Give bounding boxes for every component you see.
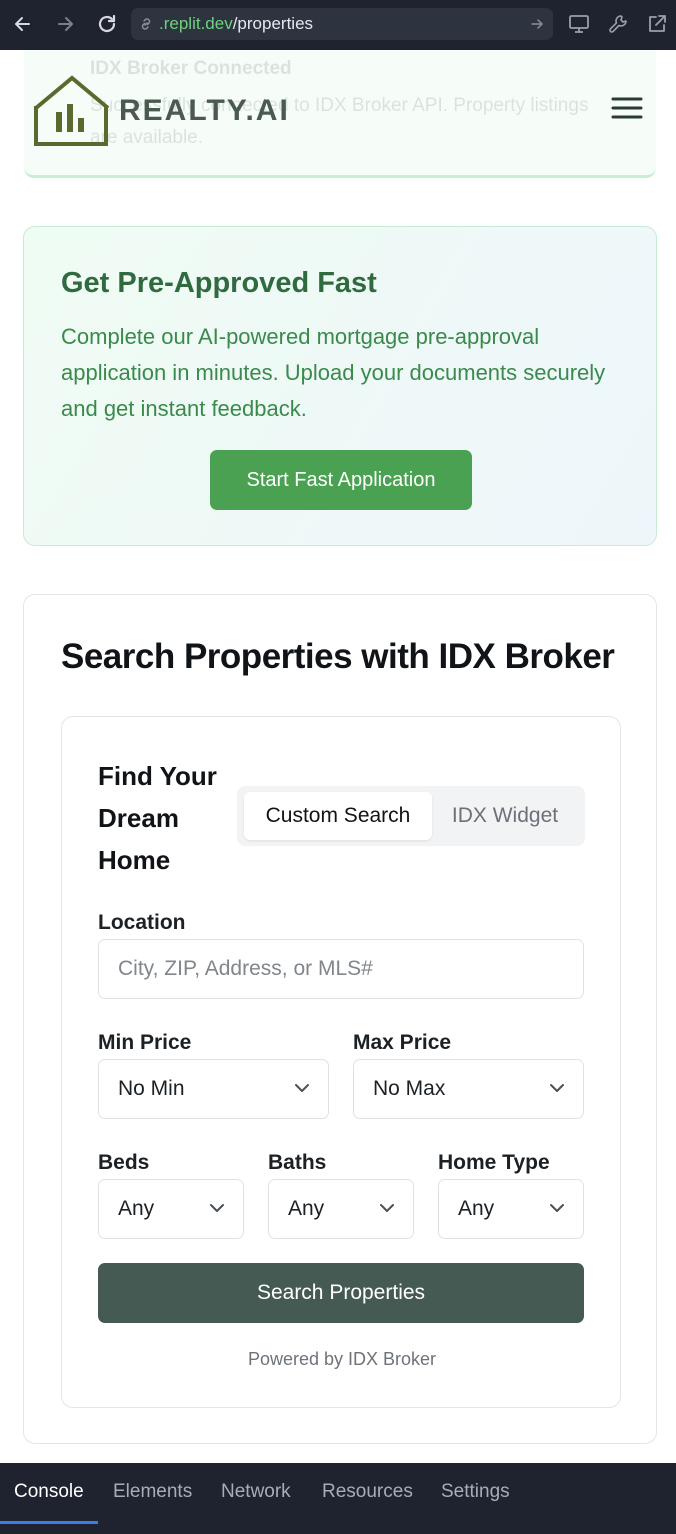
preapproval-title: Get Pre-Approved Fast bbox=[61, 267, 377, 299]
reload-icon bbox=[98, 14, 116, 33]
home-type-select[interactable]: Any bbox=[438, 1179, 584, 1239]
min-price-value: No Min bbox=[118, 1077, 185, 1100]
devtools-tab-settings[interactable]: Settings bbox=[441, 1481, 510, 1503]
beds-value: Any bbox=[118, 1197, 155, 1220]
url-text: .replit.dev/properties bbox=[159, 14, 314, 33]
browser-toolbar: .replit.dev/properties bbox=[0, 0, 676, 50]
active-tab-indicator bbox=[0, 1521, 98, 1524]
reload-button[interactable] bbox=[92, 9, 122, 39]
baths-select[interactable]: Any bbox=[268, 1179, 414, 1239]
chevron-down-icon bbox=[550, 1084, 564, 1092]
beds-label: Beds bbox=[98, 1151, 150, 1174]
device-preview-button[interactable] bbox=[566, 11, 592, 37]
beds-select[interactable]: Any bbox=[98, 1179, 244, 1239]
back-button[interactable] bbox=[8, 9, 38, 39]
chevron-down-icon bbox=[550, 1204, 564, 1212]
forward-button[interactable] bbox=[50, 9, 80, 39]
max-price-label: Max Price bbox=[353, 1031, 452, 1054]
tab-idx-widget[interactable]: IDX Widget bbox=[432, 792, 578, 840]
search-properties-button[interactable]: Search Properties bbox=[98, 1263, 584, 1323]
hamburger-menu-button[interactable] bbox=[610, 94, 644, 122]
devtools-panel-tabs: Console Elements Network Resources Setti… bbox=[0, 1463, 676, 1534]
chevron-down-icon bbox=[210, 1204, 224, 1212]
powered-by-text: Powered by IDX Broker bbox=[247, 1349, 437, 1369]
max-price-select[interactable]: No Max bbox=[353, 1059, 584, 1119]
max-price-value: No Max bbox=[373, 1077, 446, 1100]
baths-value: Any bbox=[288, 1197, 325, 1220]
menu-icon bbox=[611, 97, 643, 119]
wrench-icon bbox=[609, 15, 627, 33]
search-mode-tabs: Custom Search IDX Widget bbox=[237, 786, 585, 846]
devtools-tab-resources[interactable]: Resources bbox=[322, 1481, 413, 1503]
monitor-icon bbox=[569, 15, 589, 33]
address-bar[interactable]: .replit.dev/properties bbox=[131, 8, 553, 40]
tab-custom-search[interactable]: Custom Search bbox=[244, 792, 432, 840]
open-external-button[interactable] bbox=[644, 11, 670, 37]
home-type-value: Any bbox=[458, 1197, 495, 1220]
min-price-label: Min Price bbox=[98, 1031, 192, 1054]
preapproval-description: Complete our AI-powered mortgage pre-app… bbox=[61, 324, 606, 421]
find-home-title: Find Your Dream Home bbox=[98, 761, 217, 875]
chevron-down-icon bbox=[295, 1084, 309, 1092]
chevron-down-icon bbox=[380, 1204, 394, 1212]
location-input[interactable] bbox=[99, 940, 583, 998]
home-type-label: Home Type bbox=[438, 1151, 550, 1174]
min-price-select[interactable]: No Min bbox=[98, 1059, 329, 1119]
go-arrow-icon bbox=[531, 19, 543, 29]
devtools-tab-console[interactable]: Console bbox=[14, 1481, 84, 1503]
arrow-left-icon bbox=[15, 17, 30, 31]
house-logo-icon[interactable] bbox=[34, 74, 110, 148]
location-field[interactable] bbox=[98, 939, 584, 999]
search-form-panel: Find Your Dream Home Custom Search IDX W… bbox=[61, 716, 621, 1408]
brand-name[interactable]: REALTY.AI bbox=[119, 94, 290, 128]
location-label: Location bbox=[98, 911, 186, 934]
property-search-card: Search Properties with IDX Broker Find Y… bbox=[23, 594, 657, 1444]
link-icon bbox=[141, 18, 151, 30]
site-header: REALTY.AI bbox=[0, 68, 676, 150]
arrow-right-icon bbox=[58, 17, 73, 31]
devtools-tab-network[interactable]: Network bbox=[221, 1481, 291, 1503]
preapproval-card: Get Pre-Approved Fast Complete our AI-po… bbox=[23, 226, 657, 546]
page-viewport: IDX Broker Connected Successfully connec… bbox=[0, 50, 676, 1463]
search-section-title: Search Properties with IDX Broker bbox=[61, 637, 615, 676]
devtools-button[interactable] bbox=[605, 11, 631, 37]
devtools-tab-elements[interactable]: Elements bbox=[113, 1481, 192, 1503]
start-application-button[interactable]: Start Fast Application bbox=[210, 450, 472, 510]
baths-label: Baths bbox=[268, 1151, 327, 1174]
external-link-icon bbox=[649, 15, 666, 32]
